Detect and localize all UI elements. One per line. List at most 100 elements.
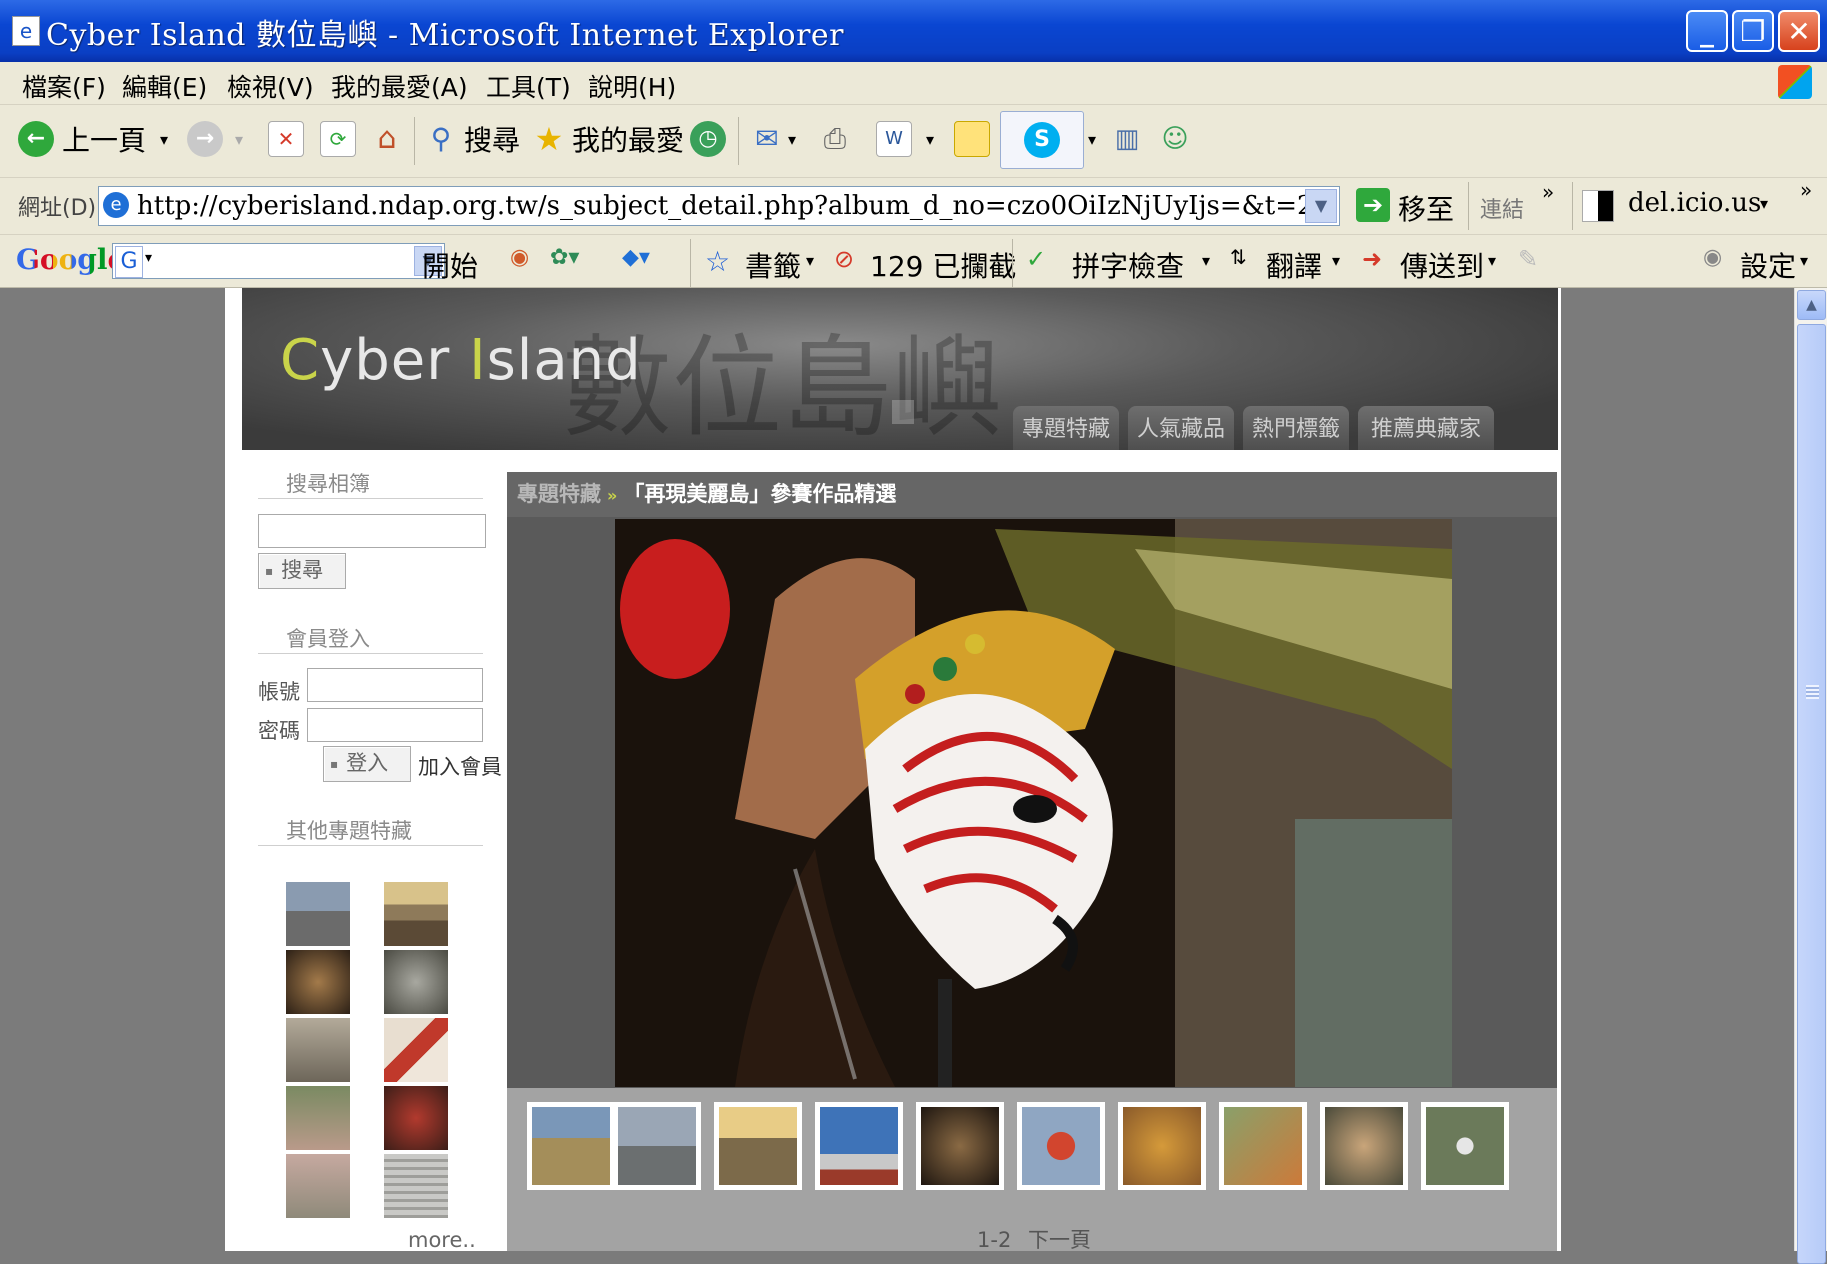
restore-button[interactable]: ❐ (1732, 10, 1774, 52)
ie-app-icon[interactable]: e (12, 16, 40, 46)
google-g-icon[interactable]: G (115, 246, 143, 278)
google-chat-icon[interactable]: ◆▾ (622, 245, 650, 270)
site-logo[interactable]: Cyber Island (280, 328, 642, 393)
join-member-link[interactable]: 加入會員 (418, 751, 502, 781)
translate-dropdown-icon[interactable]: ▾ (1332, 251, 1340, 270)
filmstrip-thumbnail[interactable] (1017, 1102, 1105, 1190)
home-button[interactable]: ⌂ (370, 117, 404, 161)
menu-edit[interactable]: 編輯(E) (122, 68, 207, 104)
messenger-button[interactable]: ☺ (1158, 117, 1192, 161)
skype-dropdown-icon[interactable]: ▾ (1088, 117, 1096, 161)
research-button[interactable]: ▥ (1110, 117, 1144, 161)
refresh-button[interactable]: ⟳ (320, 117, 356, 161)
google-search-input[interactable]: G ▾ ▼ (112, 243, 445, 279)
edit-word-button[interactable]: W ▾ (876, 117, 934, 161)
sendto-button[interactable]: 傳送到 (1400, 245, 1484, 285)
mail-dropdown-icon[interactable]: ▾ (788, 130, 796, 149)
album-search-input[interactable] (258, 514, 486, 548)
nav-tab-popular-items[interactable]: 人氣藏品 (1128, 406, 1234, 450)
google-puzzle-icon[interactable]: ✿▾ (550, 245, 579, 270)
nav-tab-special-collections[interactable]: 專題特藏 (1013, 406, 1119, 450)
more-collections-link[interactable]: more.. (408, 1228, 476, 1252)
google-start-button[interactable]: 開始 (422, 245, 478, 285)
filmstrip-thumbnail[interactable] (1421, 1102, 1509, 1190)
address-url[interactable]: http://cyberisland.ndap.org.tw/s_subject… (137, 191, 1314, 221)
filmstrip-thumbnail[interactable] (1118, 1102, 1206, 1190)
menu-file[interactable]: 檔案(F) (22, 68, 106, 104)
collection-thumbnail[interactable] (384, 882, 448, 946)
skype-button[interactable]: S (1000, 111, 1084, 169)
collection-thumbnail[interactable] (384, 1018, 448, 1082)
favorites-button[interactable]: ★ 我的最愛 (532, 117, 684, 161)
spellcheck-dropdown-icon[interactable]: ▾ (1202, 251, 1210, 270)
spellcheck-button[interactable]: 拼字檢查 (1072, 245, 1184, 285)
links-chevron[interactable]: » (1542, 180, 1554, 204)
delicious-icon (1582, 190, 1614, 222)
filmstrip-thumbnail[interactable] (527, 1102, 615, 1190)
bookmarks-button[interactable]: 書籤 (745, 245, 801, 285)
collection-thumbnail[interactable] (286, 1018, 350, 1082)
pager-next-link[interactable]: 下一頁 (1028, 1228, 1091, 1252)
mail-button[interactable]: ✉ ▾ (750, 117, 796, 161)
translate-button[interactable]: 翻譯 (1266, 245, 1322, 285)
bookmarks-dropdown-icon[interactable]: ▾ (806, 251, 814, 270)
collection-thumbnail[interactable] (384, 1154, 448, 1218)
album-search-button[interactable]: ▪ 搜尋 (258, 553, 346, 589)
filmstrip-thumbnail[interactable] (613, 1102, 701, 1190)
vertical-scrollbar[interactable]: ▲ (1794, 288, 1827, 1264)
filmstrip-thumbnail[interactable] (815, 1102, 903, 1190)
forward-dropdown-icon[interactable]: ▾ (235, 130, 243, 149)
note-icon (954, 121, 990, 157)
back-button[interactable]: ← 上一頁 ▾ (18, 117, 168, 161)
menu-favorites[interactable]: 我的最愛(A) (331, 68, 468, 104)
links-label[interactable]: 連結 (1480, 192, 1524, 224)
collection-thumbnail[interactable] (384, 1086, 448, 1150)
go-arrow-icon[interactable]: ➔ (1356, 188, 1390, 222)
filmstrip-thumbnail[interactable] (1320, 1102, 1408, 1190)
stop-button[interactable]: ✕ (268, 117, 304, 161)
password-input[interactable] (307, 708, 483, 742)
settings-button[interactable]: 設定 (1740, 245, 1796, 285)
collection-thumbnail[interactable] (384, 950, 448, 1014)
collection-thumbnail[interactable] (286, 882, 350, 946)
collection-thumbnail[interactable] (286, 950, 350, 1014)
search-button[interactable]: ⚲ 搜尋 (424, 117, 520, 161)
scrollbar-thumb[interactable] (1797, 324, 1826, 1264)
menu-help[interactable]: 說明(H) (588, 68, 676, 104)
settings-dropdown-icon[interactable]: ▾ (1800, 251, 1808, 270)
sendto-dropdown-icon[interactable]: ▾ (1488, 251, 1496, 270)
google-g-dropdown-icon[interactable]: ▾ (145, 250, 152, 266)
nav-tab-recommended-collectors[interactable]: 推薦典藏家 (1358, 406, 1494, 450)
print-button[interactable]: ⎙ (818, 117, 852, 161)
menu-tools[interactable]: 工具(T) (486, 68, 571, 104)
collection-thumbnail[interactable] (286, 1086, 350, 1150)
forward-button[interactable]: → ▾ (187, 117, 243, 161)
filmstrip-thumbnail[interactable] (916, 1102, 1004, 1190)
collection-thumbnail[interactable] (286, 1154, 350, 1218)
account-input[interactable] (307, 668, 483, 702)
google-logo[interactable]: Google (16, 243, 125, 276)
filmstrip-thumbnail[interactable] (714, 1102, 802, 1190)
note-button[interactable] (954, 117, 990, 161)
close-button[interactable]: ✕ (1778, 10, 1820, 52)
delicious-button[interactable]: del.icio.us (1628, 188, 1761, 218)
back-dropdown-icon[interactable]: ▾ (160, 130, 168, 149)
filmstrip-thumbnail[interactable] (1219, 1102, 1307, 1190)
popup-blocked-count[interactable]: 129 已攔截 (870, 245, 1016, 285)
nav-tab-hot-tags[interactable]: 熱門標籤 (1243, 406, 1349, 450)
scroll-up-arrow-icon[interactable]: ▲ (1797, 290, 1826, 320)
menu-view[interactable]: 檢視(V) (227, 68, 314, 104)
go-button[interactable]: 移至 (1398, 188, 1454, 228)
address-input[interactable]: e http://cyberisland.ndap.org.tw/s_subje… (98, 186, 1340, 226)
minimize-button[interactable]: _ (1686, 10, 1728, 52)
highlighter-icon[interactable]: ✎ (1518, 245, 1538, 273)
delicious-dropdown-icon[interactable]: ▾ (1760, 194, 1768, 213)
breadcrumb-root-link[interactable]: 專題特藏 (517, 482, 601, 506)
history-button[interactable]: ◷ (690, 117, 726, 161)
more-chevron[interactable]: » (1800, 178, 1812, 202)
featured-photo[interactable] (615, 519, 1452, 1087)
google-news-icon[interactable]: ◉ (510, 245, 529, 270)
address-dropdown-icon[interactable]: ▼ (1305, 189, 1337, 223)
login-button[interactable]: ▪ 登入 (323, 746, 411, 782)
edit-dropdown-icon[interactable]: ▾ (926, 130, 934, 149)
